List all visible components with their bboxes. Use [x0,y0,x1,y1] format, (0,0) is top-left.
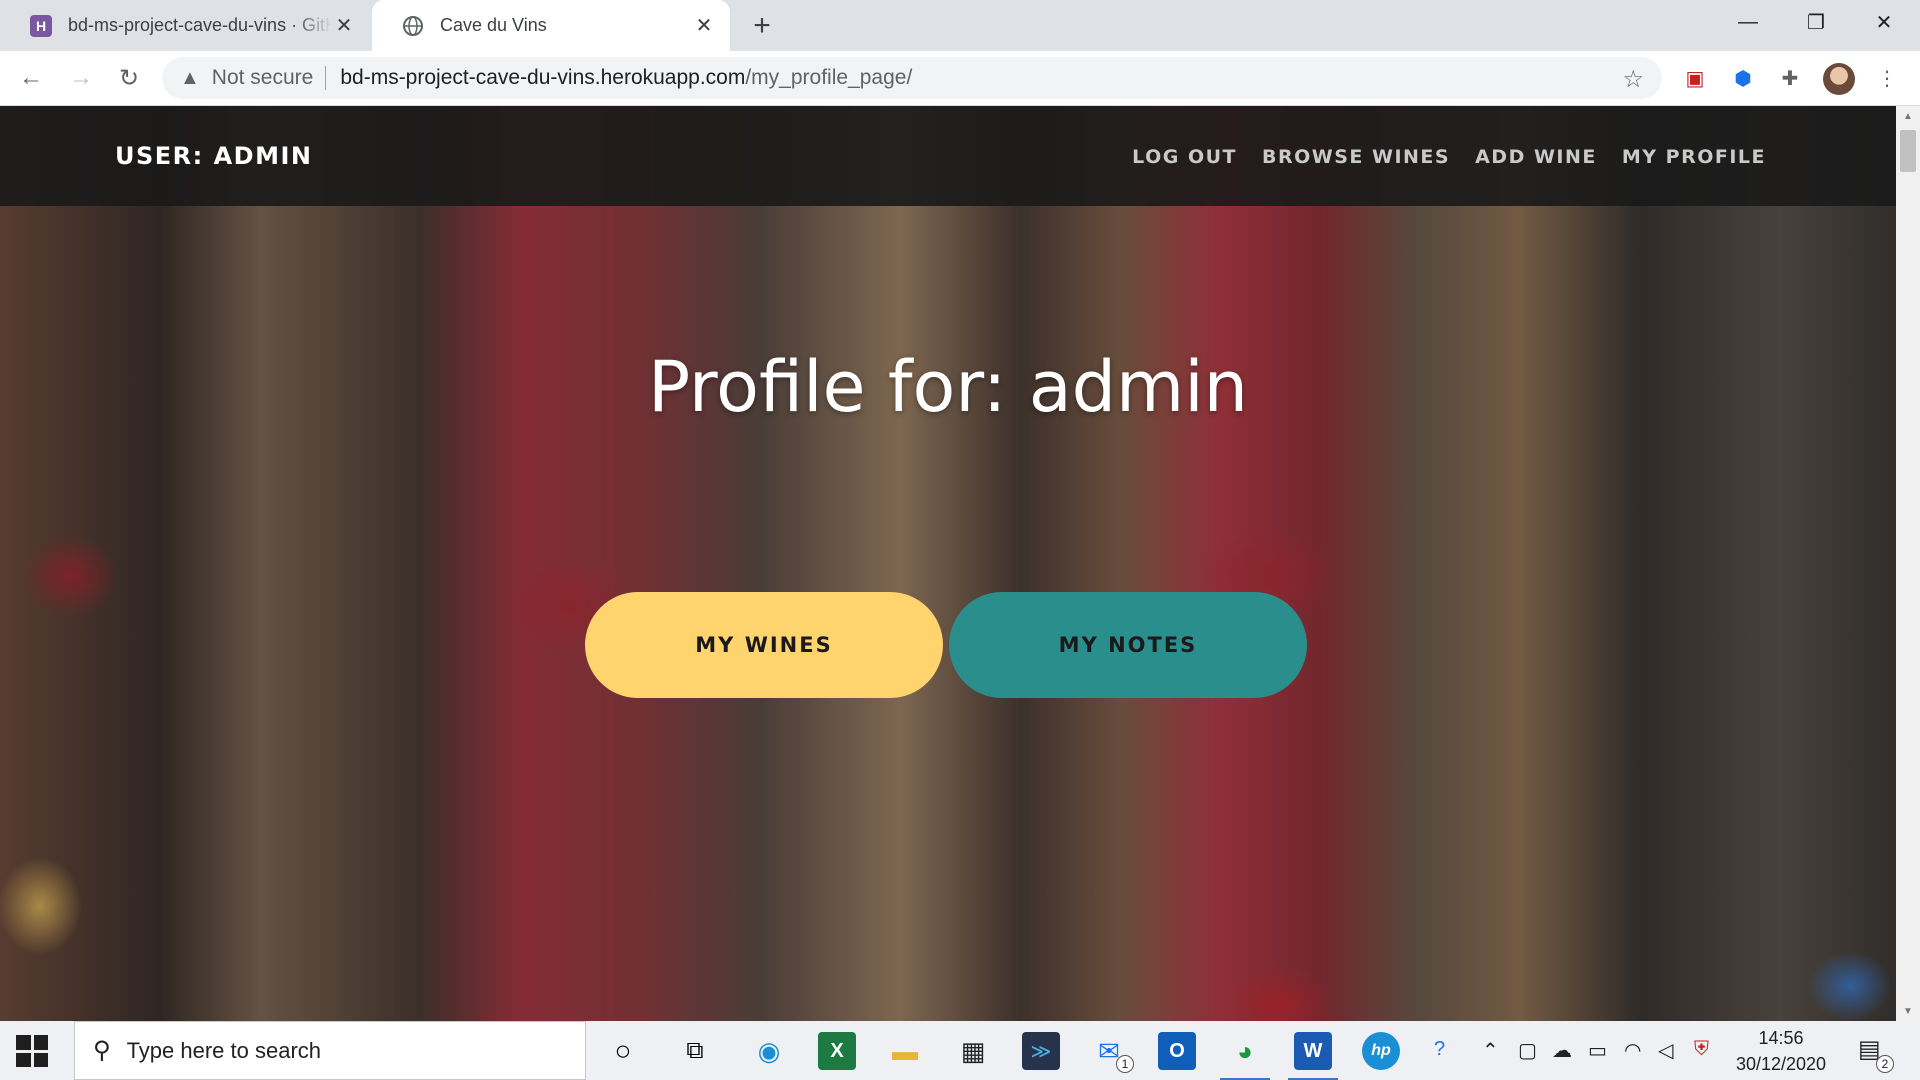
menu-kebab-icon[interactable]: ⋮ [1873,64,1901,92]
clock-date: 30/12/2020 [1735,1054,1827,1074]
close-icon[interactable]: ✕ [692,14,716,38]
new-tab-button[interactable]: + [746,9,778,42]
nav-add-wine[interactable]: ADD WINE [1475,146,1597,168]
window-close-icon[interactable]: ✕ [1850,0,1918,44]
edge-icon[interactable]: ◉ [750,1032,788,1070]
taskbar-search-input[interactable]: ⚲ Type here to search [74,1021,586,1080]
restore-icon[interactable]: ❐ [1782,0,1850,44]
back-icon[interactable]: ← [12,59,50,97]
onedrive-icon[interactable]: ☁ [1552,1038,1572,1063]
tab-title: bd-ms-project-cave-du-vins · GitHub [68,15,332,35]
profile-avatar[interactable] [1823,63,1855,95]
bookmark-star-icon[interactable]: ☆ [1622,65,1644,94]
tab-github[interactable]: H bd-ms-project-cave-du-vins · GitHub ✕ [0,0,370,51]
notification-count: 2 [1876,1055,1894,1073]
security-alert-icon[interactable]: ⛨ [1694,1038,1709,1061]
page-viewport: USER: ADMIN LOG OUT BROWSE WINES ADD WIN… [0,106,1896,1021]
windows-taskbar: ⚲ Type here to search ○ ⧉ ◉ X ▬ ▦ ≫ ✉ 1 … [0,1021,1920,1080]
clock-time: 14:56 [1758,1028,1804,1048]
outlook-icon[interactable]: O [1158,1032,1196,1070]
word-icon[interactable]: W [1288,1032,1338,1080]
scroll-thumb[interactable] [1900,130,1916,172]
nav-browse-wines[interactable]: BROWSE WINES [1262,146,1450,168]
nav-my-profile[interactable]: MY PROFILE [1622,146,1766,168]
file-explorer-icon[interactable]: ▬ [886,1032,924,1070]
heroku-icon: H [30,14,52,37]
wifi-icon[interactable]: ◠ [1624,1038,1641,1063]
chevron-up-icon[interactable]: ⌃ [1482,1038,1499,1063]
tab-cave-du-vins[interactable]: Cave du Vins ✕ [372,0,730,51]
scroll-down-icon[interactable]: ▼ [1896,1001,1920,1021]
battery-icon[interactable]: ▭ [1588,1038,1607,1063]
reload-icon[interactable]: ↻ [110,59,148,97]
globe-icon [402,15,424,37]
address-bar[interactable]: ▲ Not secure bd-ms-project-cave-du-vins.… [162,57,1662,99]
windows-start-icon[interactable] [16,1035,48,1067]
url-path[interactable]: /my_profile_page/ [745,66,912,90]
mail-badge: 1 [1116,1055,1134,1073]
help-icon[interactable]: ? [1434,1038,1445,1061]
scroll-up-icon[interactable]: ▲ [1896,106,1920,126]
security-label[interactable]: Not secure [212,66,314,90]
page-scrollbar[interactable]: ▲ ▼ [1896,106,1920,1021]
system-clock[interactable]: 14:56 30/12/2020 [1726,1025,1836,1077]
powershell-icon[interactable]: ≫ [1022,1032,1060,1070]
excel-icon[interactable]: X [818,1032,856,1070]
browser-toolbar: ← → ↻ ▲ Not secure bd-ms-project-cave-du… [0,51,1920,106]
tab-title: Cave du Vins [440,15,547,35]
task-view-icon[interactable]: ⧉ [676,1032,714,1070]
page-title: Profile for: admin [647,346,1249,428]
pocket-extension-icon[interactable]: ▣ [1681,64,1709,92]
nav-log-out[interactable]: LOG OUT [1132,146,1237,168]
cortana-icon[interactable]: ○ [604,1032,642,1070]
extensions-puzzle-icon[interactable]: ✚ [1776,64,1804,92]
search-icon: ⚲ [93,1037,111,1064]
warning-icon[interactable]: ▲ [180,67,200,90]
profile-button-group: MY WINES MY NOTES [585,592,1307,698]
close-icon[interactable]: ✕ [332,14,356,38]
profile-hero: Profile for: admin MY WINES MY NOTES [0,346,1896,698]
my-wines-button[interactable]: MY WINES [585,592,943,698]
my-notes-button[interactable]: MY NOTES [949,592,1307,698]
store-icon[interactable]: ▦ [954,1032,992,1070]
user-brand[interactable]: USER: ADMIN [115,142,313,170]
nav-links: LOG OUT BROWSE WINES ADD WINE MY PROFILE [1132,146,1766,168]
shield-extension-icon[interactable]: ⬢ [1729,64,1757,92]
chrome-icon[interactable]: ◕ [1220,1032,1270,1080]
forward-icon[interactable]: → [62,59,100,97]
meet-now-icon[interactable]: ▢ [1518,1038,1537,1063]
site-navbar: USER: ADMIN LOG OUT BROWSE WINES ADD WIN… [0,106,1896,206]
volume-icon[interactable]: ◁ [1658,1038,1673,1063]
divider [325,66,327,90]
url-host[interactable]: bd-ms-project-cave-du-vins.herokuapp.com [340,66,745,90]
minimize-icon[interactable]: — [1714,0,1782,44]
tab-strip: H bd-ms-project-cave-du-vins · GitHub ✕ … [0,0,1920,51]
search-placeholder: Type here to search [126,1037,322,1063]
hp-icon[interactable]: hp [1362,1032,1400,1070]
